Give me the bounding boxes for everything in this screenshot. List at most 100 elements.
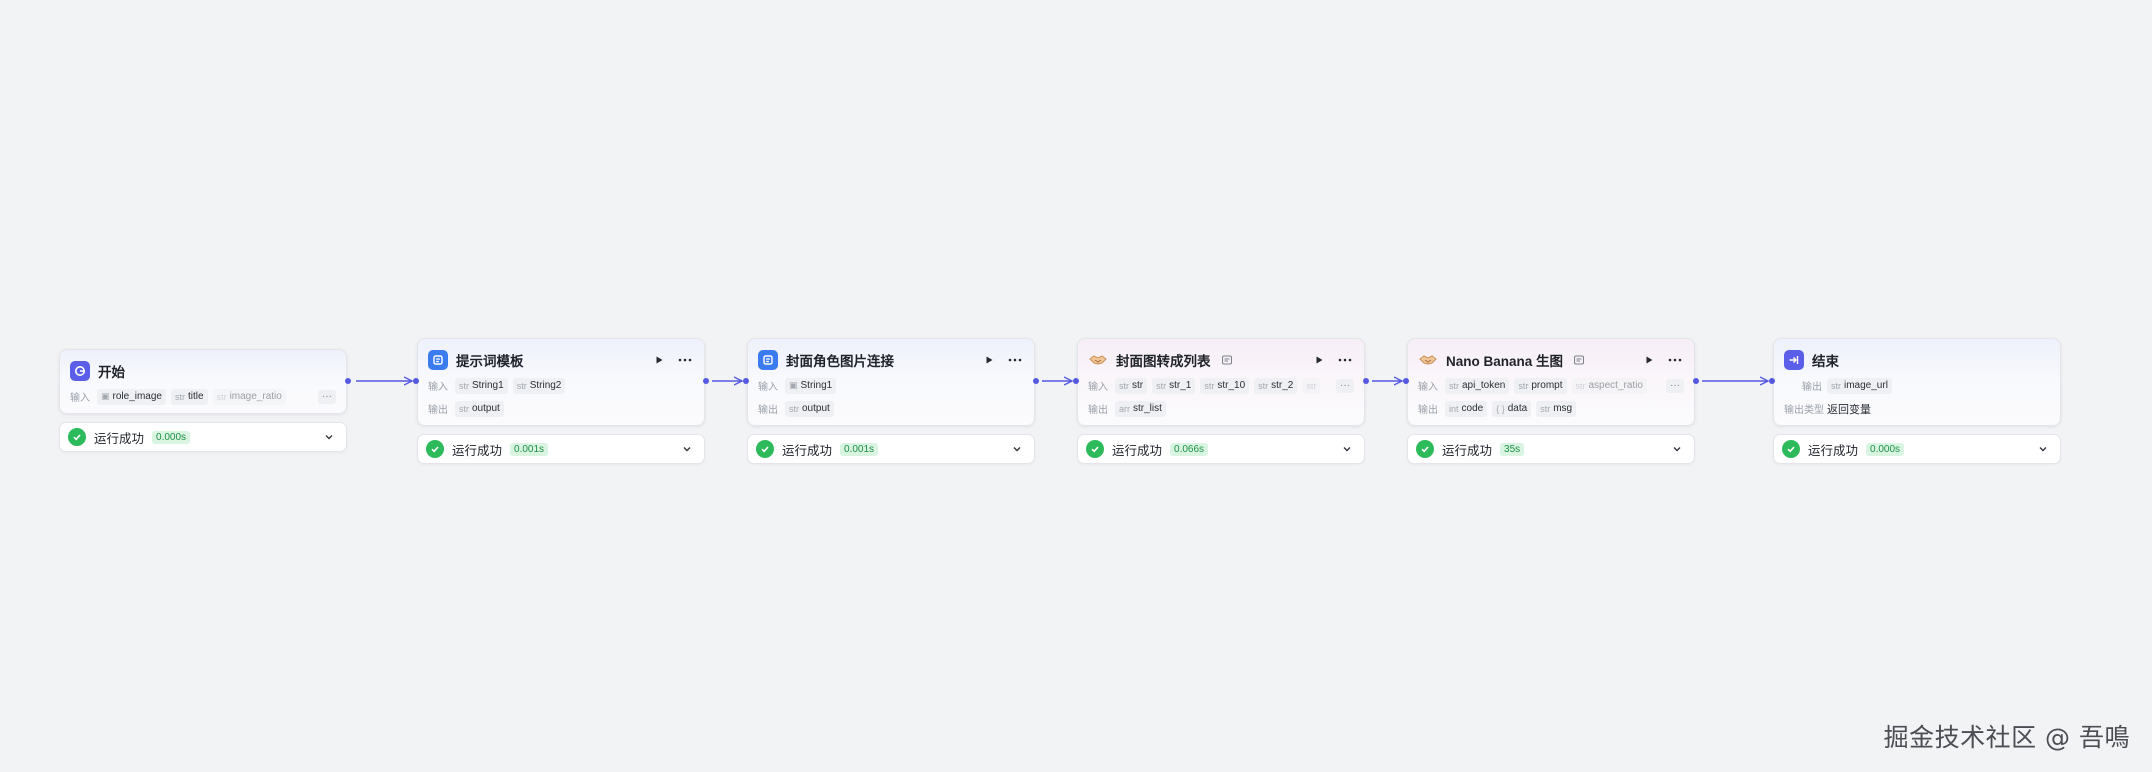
- var-chip: arr str_list: [1115, 400, 1166, 417]
- node-start[interactable]: 开始 输入 ▣ role_image str title str image_rati…: [59, 349, 347, 452]
- run-status-bar[interactable]: 运行成功 0.000s: [59, 422, 347, 452]
- run-status-bar[interactable]: 运行成功 0.001s: [747, 434, 1035, 464]
- node-prompt-card[interactable]: 提示词模板 输入 str String1 str String2 输出 str out…: [417, 338, 705, 426]
- node-end-card[interactable]: 结束 输出 str image_url 输出类型 返回变量: [1773, 338, 2061, 426]
- more-icon[interactable]: [676, 351, 694, 369]
- node-list-card[interactable]: 封面图转成列表 输入 str str str str_1 str str_10 str…: [1077, 338, 1365, 426]
- var-chip: str image_ratio: [212, 388, 286, 405]
- node-title: 结束: [1812, 354, 1839, 369]
- play-icon[interactable]: [980, 351, 998, 369]
- status-text: 运行成功: [94, 431, 145, 446]
- outputs-row: 输出 arr str_list: [1088, 400, 1354, 417]
- output-port[interactable]: [1363, 378, 1369, 384]
- duration-badge: 0.066s: [1170, 442, 1209, 456]
- var-chip: str String2: [512, 377, 566, 394]
- play-icon[interactable]: [1640, 351, 1658, 369]
- run-status-bar[interactable]: 运行成功 35s: [1407, 434, 1695, 464]
- var-chip: ▣ role_image: [97, 388, 166, 405]
- outputs-row: 输出 str image_url: [1784, 377, 2050, 394]
- run-status-bar[interactable]: 运行成功 0.001s: [417, 434, 705, 464]
- output-port[interactable]: [1033, 378, 1039, 384]
- node-prompt-template[interactable]: 提示词模板 输入 str String1 str String2 输出 str out…: [417, 338, 705, 464]
- chevron-down-icon[interactable]: [1668, 440, 1686, 458]
- var-chip: str output: [455, 400, 504, 417]
- input-port[interactable]: [743, 378, 749, 384]
- inputs-label: 输入: [1418, 382, 1438, 393]
- var-chip: { } data: [1492, 400, 1532, 417]
- duration-badge: 0.001s: [840, 442, 879, 456]
- template-icon: [428, 350, 448, 370]
- check-circle-icon: [1086, 440, 1104, 458]
- node-cover-link[interactable]: 封面角色图片连接 输入 ▣ String1 输出 str output 运行成功 0…: [747, 338, 1035, 464]
- duration-badge: 0.000s: [1866, 442, 1905, 456]
- chevron-down-icon[interactable]: [2034, 440, 2052, 458]
- outputs-label: 输出: [428, 405, 448, 416]
- outputs-row: 输出 int code { } data str msg: [1418, 400, 1684, 417]
- more-vars-button[interactable]: ···: [1336, 378, 1354, 393]
- node-end[interactable]: 结束 输出 str image_url 输出类型 返回变量 运行成功 0.000s: [1773, 338, 2061, 464]
- var-chip: str title: [171, 388, 208, 405]
- output-port[interactable]: [1693, 378, 1699, 384]
- chevron-down-icon[interactable]: [678, 440, 696, 458]
- input-port[interactable]: [1403, 378, 1409, 384]
- var-chip: str str_2: [1254, 377, 1298, 394]
- end-icon: [1784, 350, 1804, 370]
- node-to-list[interactable]: 封面图转成列表 输入 str str str str_1 str str_10 str…: [1077, 338, 1365, 464]
- play-icon[interactable]: [1310, 351, 1328, 369]
- node-start-card[interactable]: 开始 输入 ▣ role_image str title str image_rati…: [59, 349, 347, 414]
- outputs-label: 输出: [1418, 405, 1438, 416]
- outputs-label: 输出: [758, 405, 778, 416]
- var-chip: str image_url: [1827, 377, 1892, 394]
- var-chip: str aspect_ratio: [1571, 377, 1647, 394]
- output-type-row: 输出类型 返回变量: [1784, 400, 2050, 417]
- chevron-down-icon[interactable]: [320, 428, 338, 446]
- inputs-label: 输入: [758, 382, 778, 393]
- more-vars-button[interactable]: ···: [318, 389, 336, 404]
- status-text: 运行成功: [1442, 443, 1493, 458]
- status-text: 运行成功: [1112, 443, 1163, 458]
- more-vars-button[interactable]: ···: [1666, 378, 1684, 393]
- outputs-label: 输出: [1088, 405, 1108, 416]
- input-port[interactable]: [413, 378, 419, 384]
- node-nano-card[interactable]: Nano Banana 生图 输入 str api_token str prompt…: [1407, 338, 1695, 426]
- play-icon[interactable]: [650, 351, 668, 369]
- inputs-row: 输入 str api_token str prompt str aspect_rati…: [1418, 377, 1684, 394]
- inputs-row: 输入 ▣ role_image str title str image_ratio ·…: [70, 388, 336, 405]
- run-status-bar[interactable]: 运行成功 0.066s: [1077, 434, 1365, 464]
- node-cover-card[interactable]: 封面角色图片连接 输入 ▣ String1 输出 str output: [747, 338, 1035, 426]
- chevron-down-icon[interactable]: [1008, 440, 1026, 458]
- var-chip: str api_token: [1445, 377, 1510, 394]
- outputs-row: 输出 str output: [428, 400, 694, 417]
- status-text: 运行成功: [1808, 443, 1859, 458]
- plugin-tag-icon: [1221, 355, 1232, 365]
- code-icon: [758, 350, 778, 370]
- duration-badge: 35s: [1500, 442, 1525, 456]
- output-type-label: 输出类型: [1784, 405, 1824, 416]
- check-circle-icon: [68, 428, 86, 446]
- chevron-down-icon[interactable]: [1338, 440, 1356, 458]
- input-port[interactable]: [1769, 378, 1775, 384]
- var-chip: str prompt: [1514, 377, 1567, 394]
- more-icon[interactable]: [1006, 351, 1024, 369]
- check-circle-icon: [756, 440, 774, 458]
- node-title: Nano Banana 生图: [1446, 354, 1564, 369]
- input-port[interactable]: [1073, 378, 1079, 384]
- inputs-row: 输入 str String1 str String2: [428, 377, 694, 394]
- more-icon[interactable]: [1666, 351, 1684, 369]
- check-circle-icon: [426, 440, 444, 458]
- output-type-value: 返回变量: [1827, 403, 1871, 416]
- node-title: 封面图转成列表: [1116, 354, 1211, 369]
- output-port[interactable]: [345, 378, 351, 384]
- run-status-bar[interactable]: 运行成功 0.000s: [1773, 434, 2061, 464]
- outputs-label: 输出: [1802, 382, 1822, 393]
- status-text: 运行成功: [452, 443, 503, 458]
- var-chip: str String1: [455, 377, 508, 394]
- image-type-icon: ▣: [101, 391, 110, 401]
- inputs-label: 输入: [428, 382, 448, 393]
- more-icon[interactable]: [1336, 351, 1354, 369]
- output-port[interactable]: [703, 378, 709, 384]
- node-nano-banana[interactable]: Nano Banana 生图 输入 str api_token str prompt…: [1407, 338, 1695, 464]
- inputs-label: 输入: [1088, 382, 1108, 393]
- status-text: 运行成功: [782, 443, 833, 458]
- duration-badge: 0.000s: [152, 430, 191, 444]
